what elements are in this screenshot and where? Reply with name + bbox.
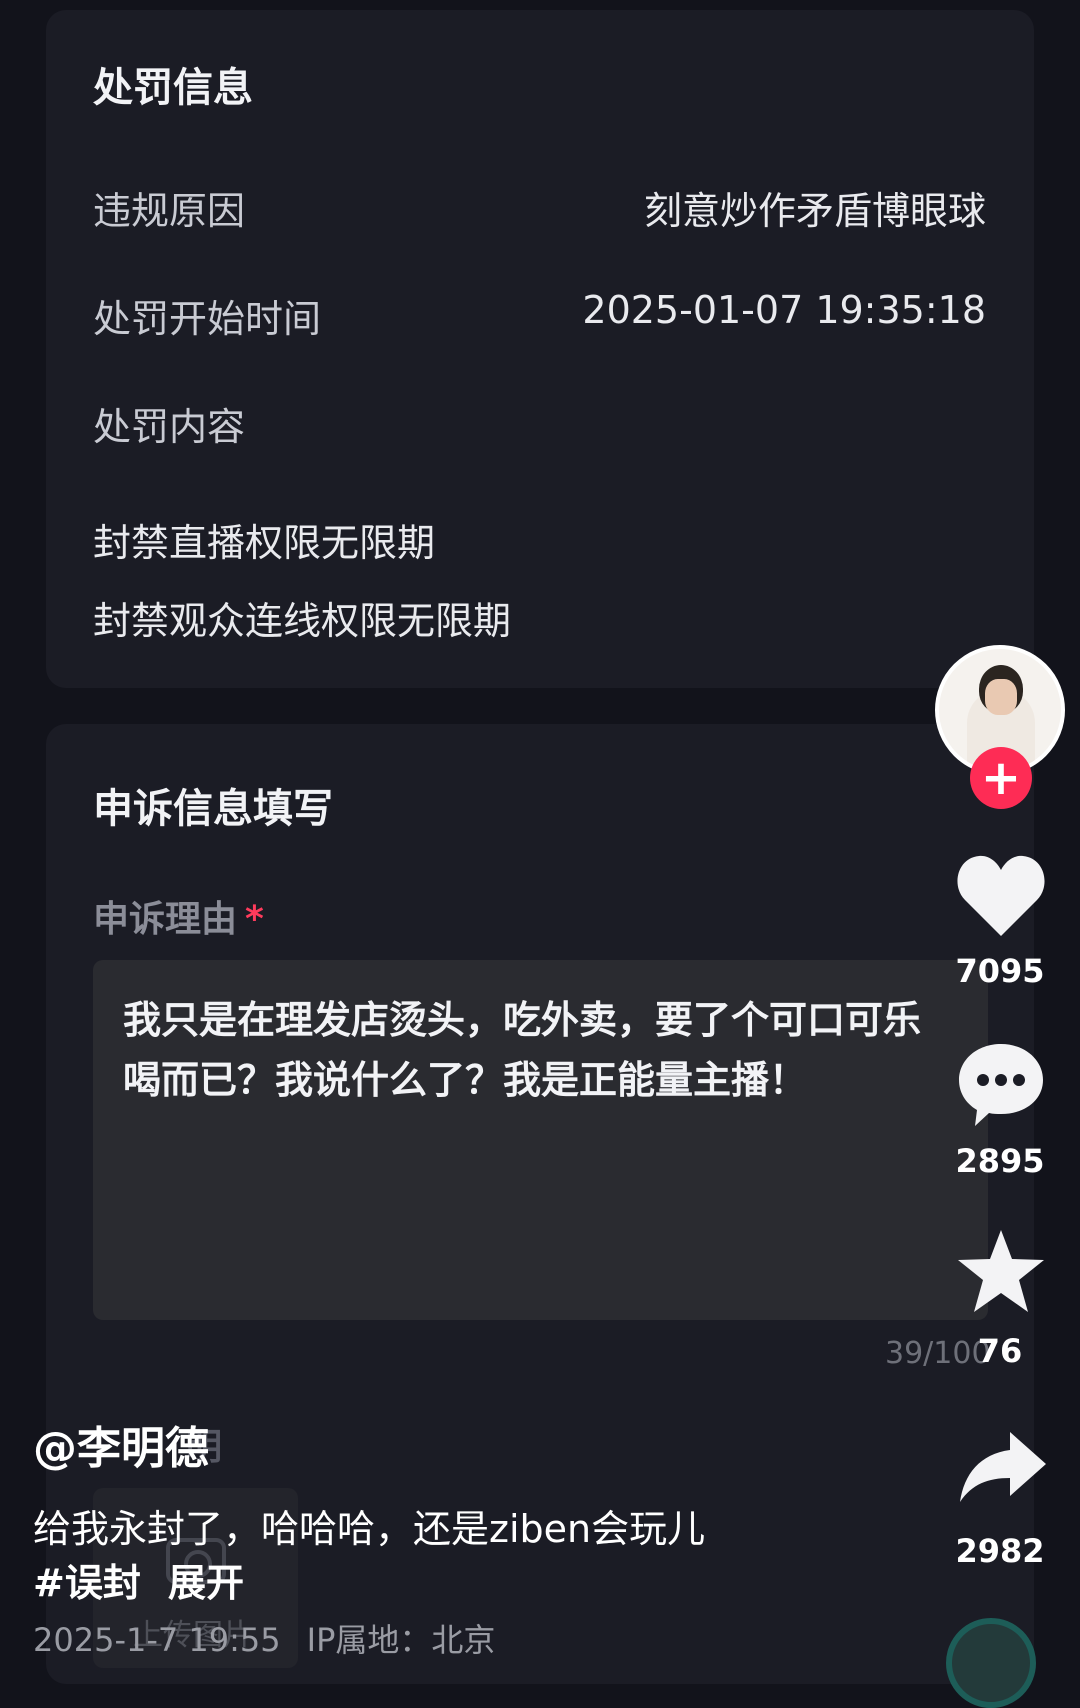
heart-icon[interactable] <box>955 852 1047 938</box>
violation-reason-label: 违规原因 <box>93 189 246 233</box>
violation-reason-value: 刻意炒作矛盾博眼球 <box>643 189 986 233</box>
music-disc-icon[interactable] <box>946 1618 1036 1708</box>
author-name[interactable]: @李明德 <box>33 1412 209 1476</box>
favorite-count: 76 <box>977 1332 1023 1370</box>
share-count: 2982 <box>955 1532 1045 1570</box>
post-caption: 给我永封了，哈哈哈，还是ziben会玩儿 <box>33 1507 706 1551</box>
required-mark: * <box>245 899 264 940</box>
comment-icon[interactable] <box>955 1040 1047 1128</box>
hashtag-link[interactable]: #误封 <box>33 1561 141 1605</box>
appeal-title: 申诉信息填写 <box>93 786 333 832</box>
post-ip-location: IP属地：北京 <box>306 1621 496 1659</box>
post-meta: 2025-1-7 19:55 IP属地：北京 <box>33 1615 521 1661</box>
like-count: 7095 <box>955 952 1045 990</box>
expand-button[interactable]: 展开 <box>168 1561 244 1605</box>
avatar-face <box>985 679 1017 715</box>
penalty-start-label: 处罚开始时间 <box>93 297 322 341</box>
caption-tags-row: #误封 展开 <box>33 1552 244 1607</box>
appeal-reason-label-text: 申诉理由 <box>93 899 238 940</box>
appeal-reason-label: 申诉理由 * <box>93 890 264 942</box>
post-date: 2025-1-7 19:55 <box>33 1621 281 1659</box>
follow-button[interactable]: + <box>970 747 1032 809</box>
appeal-reason-textarea[interactable]: 我只是在理发店烫头，吃外卖，要了个可口可乐喝而已？我说什么了？我是正能量主播！ <box>93 960 988 1320</box>
penalty-title: 处罚信息 <box>93 65 253 111</box>
penalty-content-label: 处罚内容 <box>93 405 246 449</box>
penalty-content-line: 封禁直播权限无限期 <box>93 521 436 565</box>
appeal-reason-text: 我只是在理发店烫头，吃外卖，要了个可口可乐喝而已？我说什么了？我是正能量主播！ <box>123 998 922 1102</box>
penalty-content-line: 封禁观众连线权限无限期 <box>93 599 512 643</box>
penalty-start-value: 2025-01-07 19:35:18 <box>582 288 986 332</box>
share-icon[interactable] <box>958 1430 1048 1504</box>
star-icon[interactable] <box>955 1228 1047 1314</box>
comment-count: 2895 <box>955 1142 1045 1180</box>
